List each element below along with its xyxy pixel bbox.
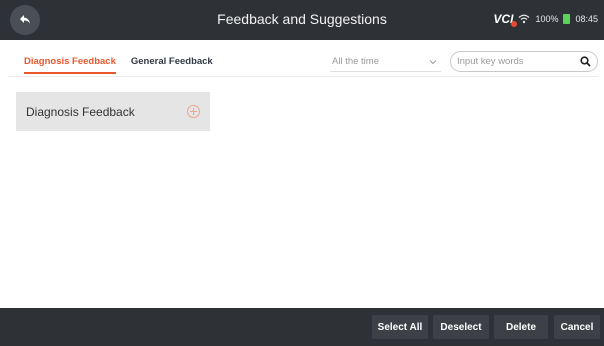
battery-percent: 100% (535, 14, 559, 24)
search-box (450, 51, 598, 72)
deselect-button[interactable]: Deselect (433, 315, 489, 339)
select-all-button[interactable]: Select All (372, 315, 428, 339)
search-icon[interactable] (580, 56, 591, 67)
battery-icon (563, 14, 571, 24)
add-circle-icon[interactable] (187, 105, 200, 118)
vci-label: VCI (493, 12, 514, 26)
chevron-down-icon (429, 59, 437, 64)
wifi-icon (519, 14, 530, 24)
status-area: VCI 100% 08:45 (493, 12, 598, 27)
top-bar: Feedback and Suggestions VCI 100% 08:45 (0, 0, 604, 40)
tab-general-feedback[interactable]: General Feedback (131, 56, 213, 72)
search-input[interactable] (457, 56, 567, 67)
bottom-toolbar: Select All Deselect Delete Cancel (0, 308, 604, 346)
tab-diagnosis-feedback[interactable]: Diagnosis Feedback (24, 56, 116, 74)
cancel-button[interactable]: Cancel (554, 315, 600, 339)
time-filter-dropdown[interactable]: All the time (330, 52, 441, 72)
header-divider (8, 76, 598, 77)
time-filter-value: All the time (332, 56, 379, 67)
delete-button[interactable]: Delete (494, 315, 548, 339)
vci-indicator: VCI (493, 12, 518, 27)
feedback-tabs: Diagnosis Feedback General Feedback (24, 56, 213, 74)
clock: 08:45 (575, 14, 598, 24)
app-window: Feedback and Suggestions VCI 100% 08:45 … (0, 0, 604, 346)
diagnosis-feedback-card[interactable]: Diagnosis Feedback (16, 92, 210, 131)
card-label: Diagnosis Feedback (26, 104, 135, 119)
